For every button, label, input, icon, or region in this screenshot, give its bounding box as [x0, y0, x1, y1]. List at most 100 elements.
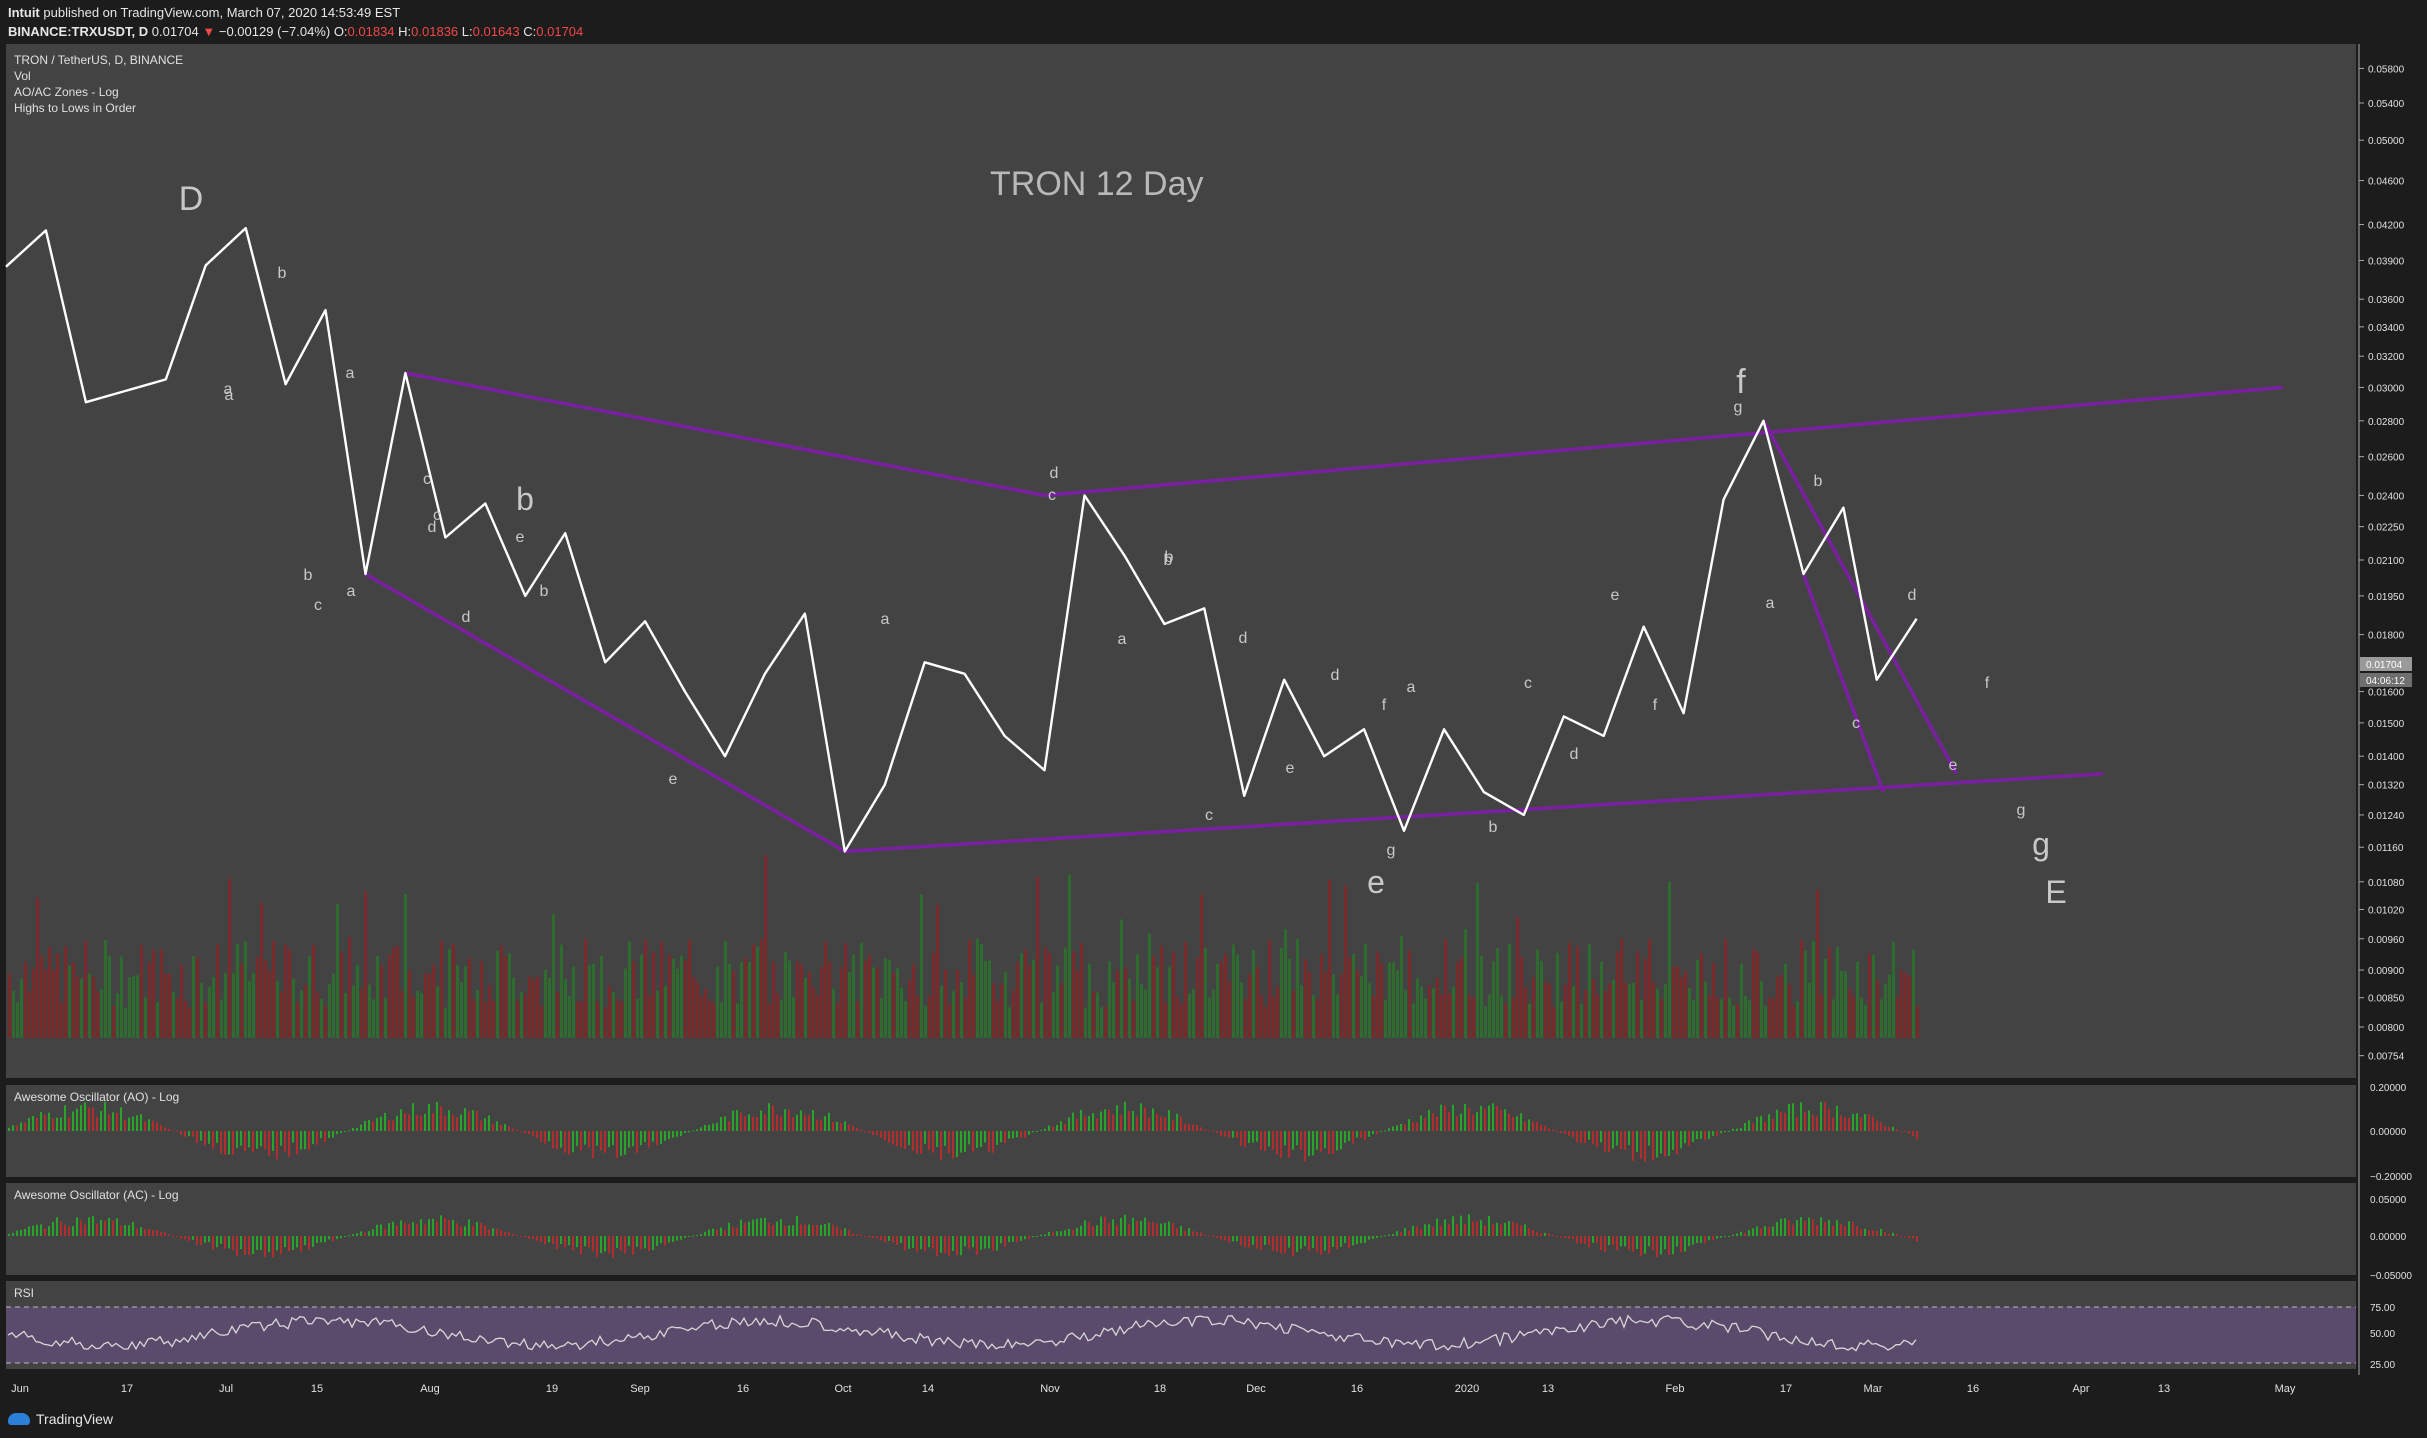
ac-bar [164, 1232, 166, 1236]
ao-bar [1056, 1124, 1058, 1131]
volume-bar [884, 958, 887, 1038]
volume-bar [1784, 963, 1787, 1038]
volume-bar [528, 976, 531, 1038]
ao-bar [872, 1131, 874, 1136]
ac-bar [1728, 1235, 1730, 1237]
ao-bar [960, 1131, 962, 1153]
volume-bar [564, 979, 567, 1038]
ao-bar [908, 1131, 910, 1145]
ac-bar [1268, 1236, 1270, 1246]
volume-bar [1116, 970, 1119, 1038]
ac-bar [488, 1229, 490, 1236]
ao-bar [1448, 1112, 1450, 1131]
ac-bar [928, 1236, 930, 1248]
ac-bar [1388, 1234, 1390, 1236]
ao-bar [1624, 1131, 1626, 1150]
ao-bar [620, 1131, 622, 1156]
ac-bar [428, 1219, 430, 1236]
ac-bar [1724, 1236, 1726, 1237]
volume-bar [1308, 972, 1311, 1038]
ao-bar [1560, 1131, 1562, 1133]
ao-bar [1636, 1131, 1638, 1153]
volume-bar [368, 984, 371, 1038]
wave-label: c [1205, 807, 1213, 824]
ao-bar [1660, 1131, 1662, 1154]
ao-bar [724, 1116, 726, 1131]
ac-bar [1276, 1236, 1278, 1252]
ao-bar [1092, 1113, 1094, 1131]
ac-pane-title: Awesome Oscillator (AC) - Log [14, 1188, 179, 1202]
ac-bar [612, 1236, 614, 1258]
ao-bar [460, 1114, 462, 1131]
volume-bar [436, 986, 439, 1038]
volume-bar [240, 963, 243, 1038]
ac-bar [832, 1224, 834, 1236]
price-axis[interactable] [2362, 44, 2422, 1369]
ac-bar [568, 1236, 570, 1246]
volume-bar [8, 973, 11, 1038]
volume-bar [756, 946, 759, 1038]
tradingview-logo[interactable]: TradingView [8, 1411, 113, 1427]
ac-bar [1576, 1236, 1578, 1244]
ao-bar [1912, 1131, 1914, 1137]
chart-area[interactable]: TRON / TetherUS, D, BINANCE Vol AO/AC Zo… [0, 0, 2427, 1438]
ao-bar [248, 1131, 250, 1148]
ac-bar [1472, 1221, 1474, 1236]
ao-bar [1060, 1121, 1062, 1131]
wave-label: f [1382, 697, 1387, 714]
ao-bar [1592, 1131, 1594, 1145]
volume-bar [1912, 950, 1915, 1038]
volume-bar [1628, 983, 1631, 1038]
volume-bar [12, 990, 15, 1038]
ac-bar [1680, 1236, 1682, 1253]
ac-bar [272, 1236, 274, 1258]
volume-bar [776, 993, 779, 1038]
ao-bar [820, 1119, 822, 1131]
ao-bar [616, 1131, 618, 1158]
ac-bar [1520, 1225, 1522, 1236]
ao-bar [96, 1116, 98, 1131]
ao-bar [1752, 1123, 1754, 1131]
ao-bar [400, 1109, 402, 1131]
ac-bar [1180, 1225, 1182, 1236]
ao-bar [184, 1131, 186, 1137]
ao-bar [1076, 1118, 1078, 1131]
ac-bar [600, 1236, 602, 1254]
ac-bar [1364, 1236, 1366, 1243]
volume-bar [1284, 929, 1287, 1038]
ao-bar [632, 1131, 634, 1147]
ac-bar [732, 1226, 734, 1236]
ac-bar [1280, 1236, 1282, 1254]
ac-bar [1536, 1231, 1538, 1236]
volume-bar [868, 955, 871, 1038]
ao-bar [1816, 1116, 1818, 1131]
volume-bar [1008, 1007, 1011, 1038]
ac-bar [1484, 1225, 1486, 1236]
ac-bar [364, 1232, 366, 1236]
volume-bar [1820, 994, 1823, 1038]
ao-bar [164, 1127, 166, 1131]
ac-bar [956, 1236, 958, 1256]
volume-bar [1616, 951, 1619, 1038]
ac-bar [868, 1236, 870, 1238]
ac-bar [76, 1217, 78, 1236]
volume-bar [1748, 1000, 1751, 1038]
ao-bar [664, 1131, 666, 1141]
volume-bar [1132, 1000, 1135, 1038]
ac-bar [444, 1217, 446, 1236]
ao-bar [1628, 1131, 1630, 1145]
ao-bar [1608, 1131, 1610, 1152]
ao-bar [452, 1115, 454, 1131]
ac-bar [24, 1228, 26, 1236]
ao-bar [1776, 1109, 1778, 1131]
volume-bar [1156, 967, 1159, 1038]
volume-bar [36, 897, 39, 1038]
ac-bar [1324, 1236, 1326, 1251]
ao-bar [1520, 1113, 1522, 1131]
volume-bar [212, 977, 215, 1038]
ac-bar [1480, 1220, 1482, 1236]
ao-bar [1720, 1131, 1722, 1134]
volume-bar [916, 995, 919, 1038]
ac-bar [1492, 1224, 1494, 1236]
time-axis[interactable] [6, 1375, 2356, 1397]
